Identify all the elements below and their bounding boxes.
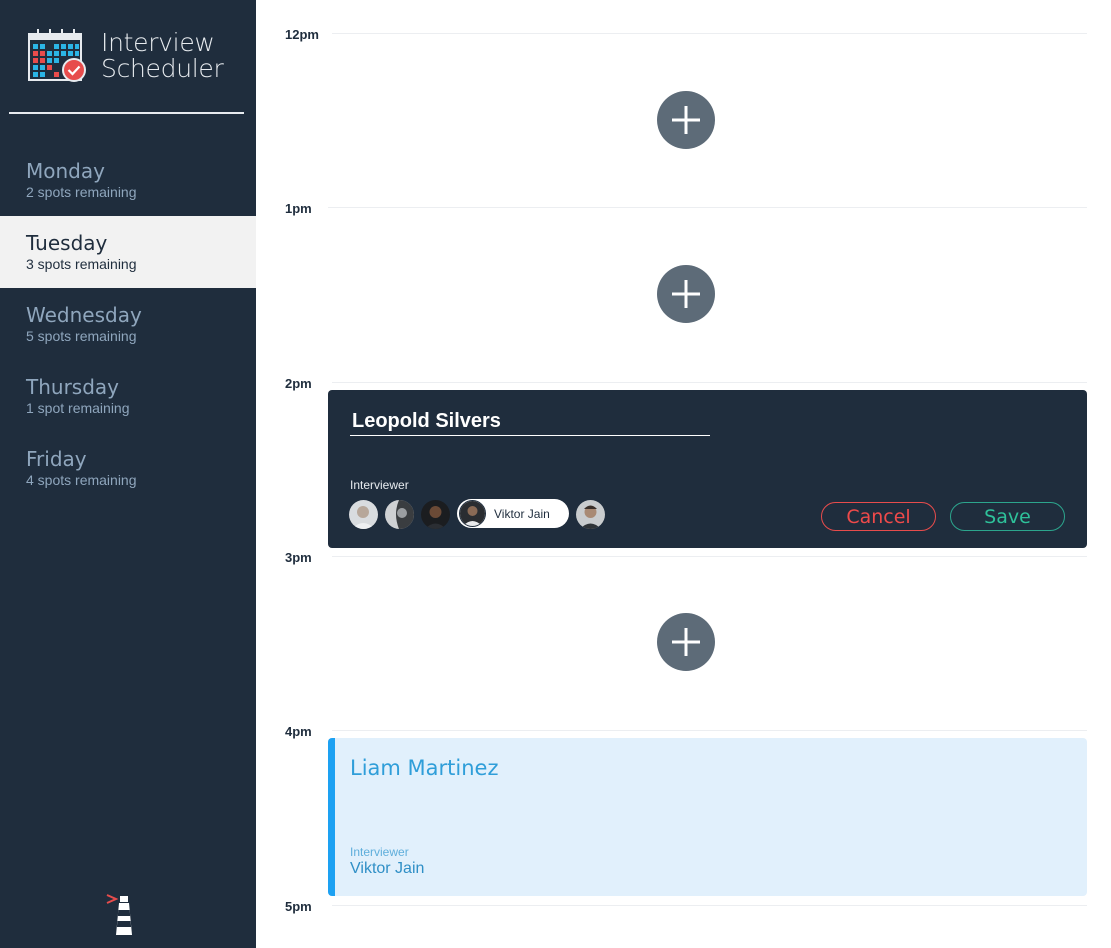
day-spots: 1 spot remaining [26,400,130,416]
hour-separator [332,905,1087,906]
time-label-3pm: 3pm [285,550,312,565]
avatar-image [349,500,378,529]
app-title-line1: Interview [101,28,215,57]
avatar-image [385,500,414,529]
selected-interviewer[interactable]: Viktor Jain [457,499,569,528]
time-label-12pm: 12pm [285,27,319,42]
schedule: 12pm 1pm 2pm Interviewer [256,0,1111,948]
plus-icon [672,106,700,134]
day-item-tuesday[interactable]: Tuesday 3 spots remaining [0,216,256,288]
student-name-input[interactable] [350,408,710,436]
calendar-logo-icon [28,29,86,82]
add-appointment-button[interactable] [657,265,715,323]
appointment-interviewer-name: Viktor Jain [350,860,425,877]
day-name: Wednesday [26,303,142,327]
interviewer-avatar[interactable] [576,500,605,529]
day-name: Tuesday [26,231,108,255]
add-appointment-button[interactable] [657,91,715,149]
hour-separator [332,730,1087,731]
plus-icon [672,628,700,656]
day-item-wednesday[interactable]: Wednesday 5 spots remaining [0,288,256,360]
appointment-student-name: Liam Martinez [350,756,499,780]
interviewer-avatar[interactable] [385,500,414,529]
hour-separator [328,207,1087,208]
day-item-thursday[interactable]: Thursday 1 spot remaining [0,360,256,432]
appointment-form: Interviewer [328,390,1087,548]
cancel-button[interactable]: Cancel [821,502,936,531]
interviewer-avatar [459,500,486,527]
app-title-line2: Scheduler [101,54,224,83]
hour-separator [332,382,1087,383]
time-label-5pm: 5pm [285,899,312,914]
save-button[interactable]: Save [950,502,1065,531]
day-list: Monday 2 spots remaining Tuesday 3 spots… [0,144,256,504]
time-label-1pm: 1pm [285,201,312,216]
time-label-2pm: 2pm [285,376,312,391]
interviewer-label: Interviewer [350,478,409,492]
day-spots: 4 spots remaining [26,472,137,488]
day-name: Monday [26,159,105,183]
avatar-image [460,501,485,526]
hour-separator [332,33,1087,34]
appointment-accent-bar [328,738,335,896]
add-appointment-button[interactable] [657,613,715,671]
sidebar: Interview Scheduler Monday 2 spots remai… [0,0,256,948]
app-title: Interview Scheduler [101,28,224,83]
plus-icon [672,280,700,308]
interviewer-avatar[interactable] [349,500,378,529]
time-label-4pm: 4pm [285,724,312,739]
hour-separator [332,556,1087,557]
day-name: Thursday [26,375,119,399]
day-name: Friday [26,447,87,471]
booked-appointment[interactable]: Liam Martinez Interviewer Viktor Jain [328,738,1087,896]
interviewer-avatar[interactable] [421,500,450,529]
day-item-monday[interactable]: Monday 2 spots remaining [0,144,256,216]
avatar-image [576,500,605,529]
day-spots: 5 spots remaining [26,328,137,344]
sidebar-divider [9,112,244,114]
day-spots: 3 spots remaining [26,256,137,272]
lighthouse-logo-icon [106,894,132,935]
day-item-friday[interactable]: Friday 4 spots remaining [0,432,256,504]
selected-interviewer-name: Viktor Jain [494,506,550,521]
day-spots: 2 spots remaining [26,184,137,200]
avatar-image [421,500,450,529]
appointment-interviewer-label: Interviewer [350,845,409,859]
